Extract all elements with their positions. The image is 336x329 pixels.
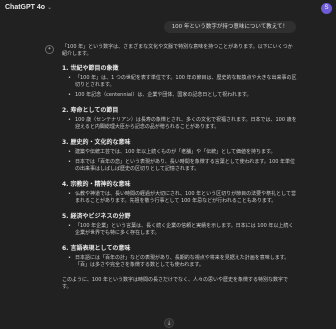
- bullet-dot-icon: •: [68, 92, 71, 98]
- bullet-dot-icon: •: [68, 75, 71, 81]
- top-bar: ChatGPT 4o ⌄ S: [0, 0, 336, 20]
- bullet-text: 「100 年」は、1 つの世紀を表す単位です。100 年の節目は、歴史的な転換点…: [75, 75, 297, 88]
- chevron-down-icon: ⌄: [47, 5, 53, 11]
- bullet-text: 仏教や神道では、長い時間の経過が大切にされ、100 年という区切りが節目の法要や…: [75, 191, 296, 204]
- model-selector[interactable]: ChatGPT 4o ⌄: [5, 4, 52, 11]
- bullet-dot-icon: •: [68, 223, 71, 229]
- response-section: 4. 宗教的・精神的な意味 • 仏教や神道では、長い時間の経過が大切にされ、100 …: [62, 181, 297, 205]
- bullet-text: 建築や伝統工芸では、100 年以上続くものが「老舗」や「伝統」として価値を持ちま…: [75, 149, 276, 155]
- assistant-response: 「100 年」という数字は、さまざまな文化や文脈で特別な意味を持つことがあります…: [62, 44, 297, 291]
- response-section: 6. 言語表現としての意味 • 日本語には「百年の計」などの表現があり、長期的な視点…: [62, 245, 297, 269]
- bullet-item: • 100 年記念（centennial）は、企業や団体、国家の記念日として祝われ…: [62, 92, 297, 99]
- response-sections: 1. 世紀や節目の象徴 • 「100 年」は、1 つの世紀を表す単位です。100 年…: [62, 65, 297, 269]
- bullet-dot-icon: •: [68, 159, 71, 165]
- bullet-text: 100 年記念（centennial）は、企業や団体、国家の記念日として祝われま…: [75, 92, 252, 98]
- assistant-logo-icon: ✦: [45, 45, 54, 54]
- response-intro: 「100 年」という数字は、さまざまな文化や文脈で特別な意味を持つことがあります…: [62, 44, 293, 57]
- bullet-item: • 「100 年」は、1 つの世紀を表す単位です。100 年の節目は、歴史的な転換…: [62, 75, 297, 89]
- response-outro: このように、100 年という数字は時間の長さだけでなく、人々の思いや歴史を象徴す…: [62, 277, 288, 290]
- section-heading: 3. 歴史的・文化的な意味: [62, 139, 131, 146]
- section-heading: 2. 寿命としての節目: [62, 107, 119, 114]
- response-section: 3. 歴史的・文化的な意味 • 建築や伝統工芸では、100 年以上続くものが「老舗」…: [62, 139, 297, 173]
- bullet-dot-icon: •: [68, 149, 71, 155]
- model-name: ChatGPT 4o: [5, 4, 46, 11]
- bullet-text: 100 歳（センテナリアン）は長寿の象徴とされ、多くの文化で祝福されます。日本で…: [75, 117, 297, 130]
- bullet-text: 「100 年企業」という言葉は、長く続く企業の信頼と実績を示します。日本には 1…: [75, 223, 294, 236]
- bullet-item: • 「100 年企業」という言葉は、長く続く企業の信頼と実績を示します。日本には …: [62, 223, 297, 237]
- bullet-item: • 100 歳（センテナリアン）は長寿の象徴とされ、多くの文化で祝福されます。日本…: [62, 117, 297, 131]
- response-section: 2. 寿命としての節目 • 100 歳（センテナリアン）は長寿の象徴とされ、多くの文…: [62, 107, 297, 131]
- bullet-item: • 仏教や神道では、長い時間の経過が大切にされ、100 年という区切りが節目の法要…: [62, 191, 297, 205]
- section-heading: 5. 経済やビジネスの分野: [62, 213, 131, 220]
- scroll-down-button[interactable]: ↓: [164, 318, 174, 328]
- bullet-item: • 日本語には「百年の計」などの表現があり、長期的な視点や将来を見据えた計画を意味…: [62, 255, 297, 269]
- section-heading: 6. 言語表現としての意味: [62, 245, 131, 252]
- user-message-bubble: 100 年という数字が持つ意味について教えて！: [163, 21, 296, 33]
- user-avatar[interactable]: S: [321, 3, 332, 14]
- bullet-item: • 建築や伝統工芸では、100 年以上続くものが「老舗」や「伝統」として価値を持ち…: [62, 149, 297, 156]
- bullet-dot-icon: •: [68, 191, 71, 197]
- bullet-dot-icon: •: [68, 117, 71, 123]
- section-heading: 4. 宗教的・精神的な意味: [62, 181, 131, 188]
- response-section: 5. 経済やビジネスの分野 • 「100 年企業」という言葉は、長く続く企業の信頼と…: [62, 213, 297, 237]
- section-heading: 1. 世紀や節目の象徴: [62, 65, 119, 72]
- bullet-item: • 日本では「百年の恋」という表現があり、長い時間を象徴する言葉として使われます。…: [62, 159, 297, 173]
- bullet-text: 日本語には「百年の計」などの表現があり、長期的な視点や将来を見据えた計画を意味し…: [75, 255, 290, 268]
- bullet-dot-icon: •: [68, 255, 71, 261]
- response-section: 1. 世紀や節目の象徴 • 「100 年」は、1 つの世紀を表す単位です。100 年…: [62, 65, 297, 99]
- bullet-text: 日本では「百年の恋」という表現があり、長い時間を象徴する言葉として使われます。1…: [75, 159, 296, 172]
